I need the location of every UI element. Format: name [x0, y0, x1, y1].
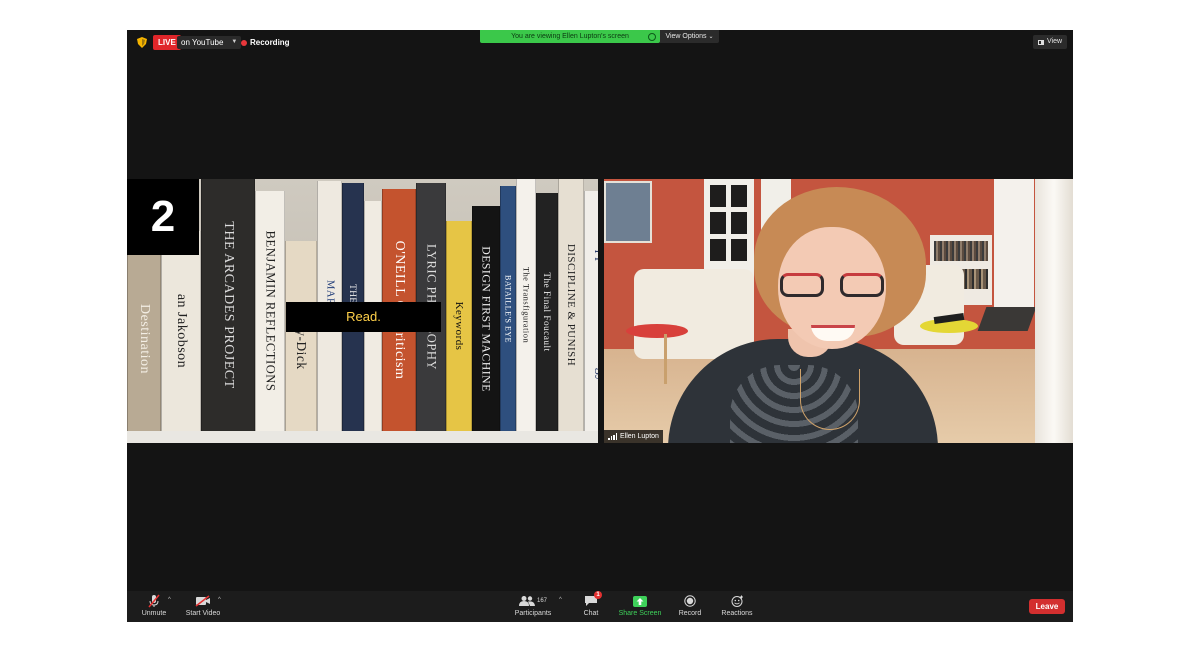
book-title: an Jakobson [174, 293, 189, 369]
muted-microphone-icon [148, 594, 160, 608]
audio-options-caret-icon[interactable]: ^ [168, 597, 171, 603]
glasses-lens-right [840, 273, 884, 297]
book-title: Applied Grammatology [594, 239, 598, 383]
speaker-video-tile[interactable]: Ellen Lupton [604, 179, 1073, 443]
record-label: Record [678, 610, 702, 617]
eyeglasses [780, 273, 884, 299]
share-screen-icon [633, 595, 647, 607]
record-icon [684, 595, 696, 607]
chevron-down-icon: ▼ [231, 39, 238, 45]
chat-unread-badge: 1 [594, 591, 602, 599]
book-spine: Moby-Dick [285, 241, 317, 431]
book-spine: Destination [127, 246, 161, 431]
participants-button[interactable]: 167 Participants [513, 594, 553, 617]
chat-button[interactable]: 1 Chat [579, 591, 603, 617]
book-spine: Keywords [446, 221, 472, 431]
book-title: Keywords [453, 301, 465, 351]
table-leg [664, 334, 667, 384]
framed-picture [604, 181, 652, 243]
book-spine: an Jakobson [161, 231, 201, 431]
side-table-red [626, 324, 688, 338]
chat-label: Chat [583, 610, 599, 617]
door-back [994, 179, 1034, 309]
book-title: The Final Foucault [542, 272, 552, 352]
share-screen-label: Share Screen [618, 610, 662, 617]
view-options-label: View Options [665, 33, 707, 40]
recording-indicator: Recording [241, 36, 290, 49]
unmute-label: Unmute [141, 610, 167, 617]
view-options-button[interactable]: View Options ⌄ [660, 30, 719, 43]
slide-caption: Read. [286, 302, 441, 332]
slide-number: 2 [127, 179, 199, 255]
curtain [1035, 179, 1073, 443]
book-title: Destination [137, 303, 152, 374]
recording-label: Recording [250, 38, 290, 47]
leave-button[interactable]: Leave [1029, 599, 1065, 614]
shared-screen-tile: Destination an Jakobson THE ARCADES PROJEC… [127, 179, 598, 443]
book-spine: BATAILLE'S EYE [500, 186, 516, 431]
reactions-label: Reactions [721, 610, 753, 617]
connection-signal-icon [608, 433, 617, 440]
top-bar: LIVE on YouTube ▼ Recording You are view… [127, 30, 1073, 54]
unmute-button[interactable]: Unmute [139, 594, 169, 617]
start-video-button[interactable]: Start Video [183, 594, 223, 617]
glasses-lens-left [780, 273, 824, 297]
meeting-toolbar: Unmute ^ Start Video ^ 167 Participants … [127, 591, 1073, 622]
participants-label: Participants [514, 610, 552, 617]
book-title: The Transfiguration [521, 266, 531, 344]
reactions-icon [731, 595, 743, 607]
participants-icon [518, 596, 535, 606]
book-spine: The Final Foucault [536, 193, 558, 431]
shelf-board [127, 431, 598, 443]
necklace [800, 369, 860, 430]
book-spine: The Transfiguration [516, 179, 536, 431]
recording-dot-icon [241, 39, 247, 46]
book-title: THE ARCADES PROJECT [221, 221, 236, 389]
book-spine: BENJAMIN REFLECTIONS [255, 191, 285, 431]
start-video-label: Start Video [185, 610, 221, 617]
participant-name-tag: Ellen Lupton [604, 430, 663, 443]
view-layout-icon [1037, 39, 1044, 45]
shield-icon[interactable] [137, 37, 147, 48]
live-destination-dropdown[interactable]: on YouTube ▼ [177, 36, 242, 49]
floor-mat [977, 307, 1037, 331]
book-title: DISCIPLINE & PUNISH [565, 243, 577, 367]
record-button[interactable]: Record [677, 594, 703, 617]
screen-share-banner: You are viewing Ellen Lupton's screen [480, 30, 660, 43]
camera-off-icon [195, 595, 210, 607]
zoom-meeting-window: LIVE on YouTube ▼ Recording You are view… [127, 30, 1073, 622]
book-spine: DESIGN FIRST MACHINE [472, 206, 500, 431]
chevron-down-icon: ⌄ [708, 34, 714, 40]
share-screen-button[interactable]: Share Screen [617, 594, 663, 617]
participants-count: 167 [536, 598, 547, 604]
book-spine: Applied Grammatology [584, 191, 598, 431]
participants-caret-icon[interactable]: ^ [559, 597, 562, 603]
reactions-button[interactable]: Reactions [719, 594, 755, 617]
book-title: DESIGN FIRST MACHINE [479, 245, 493, 392]
book-title: BENJAMIN REFLECTIONS [263, 230, 278, 392]
info-icon[interactable] [648, 33, 656, 41]
participant-name: Ellen Lupton [620, 433, 659, 440]
share-banner-text: You are viewing Ellen Lupton's screen [511, 33, 629, 40]
book-title: BATAILLE'S EYE [503, 274, 513, 343]
view-label: View [1046, 38, 1063, 45]
live-destination-label: on YouTube [181, 38, 224, 47]
book-spine: THE ARCADES PROJECT [201, 179, 255, 431]
armchair-left [634, 269, 754, 359]
video-options-caret-icon[interactable]: ^ [218, 597, 221, 603]
book-spine: DISCIPLINE & PUNISH [558, 179, 584, 431]
view-button[interactable]: View [1033, 35, 1067, 49]
